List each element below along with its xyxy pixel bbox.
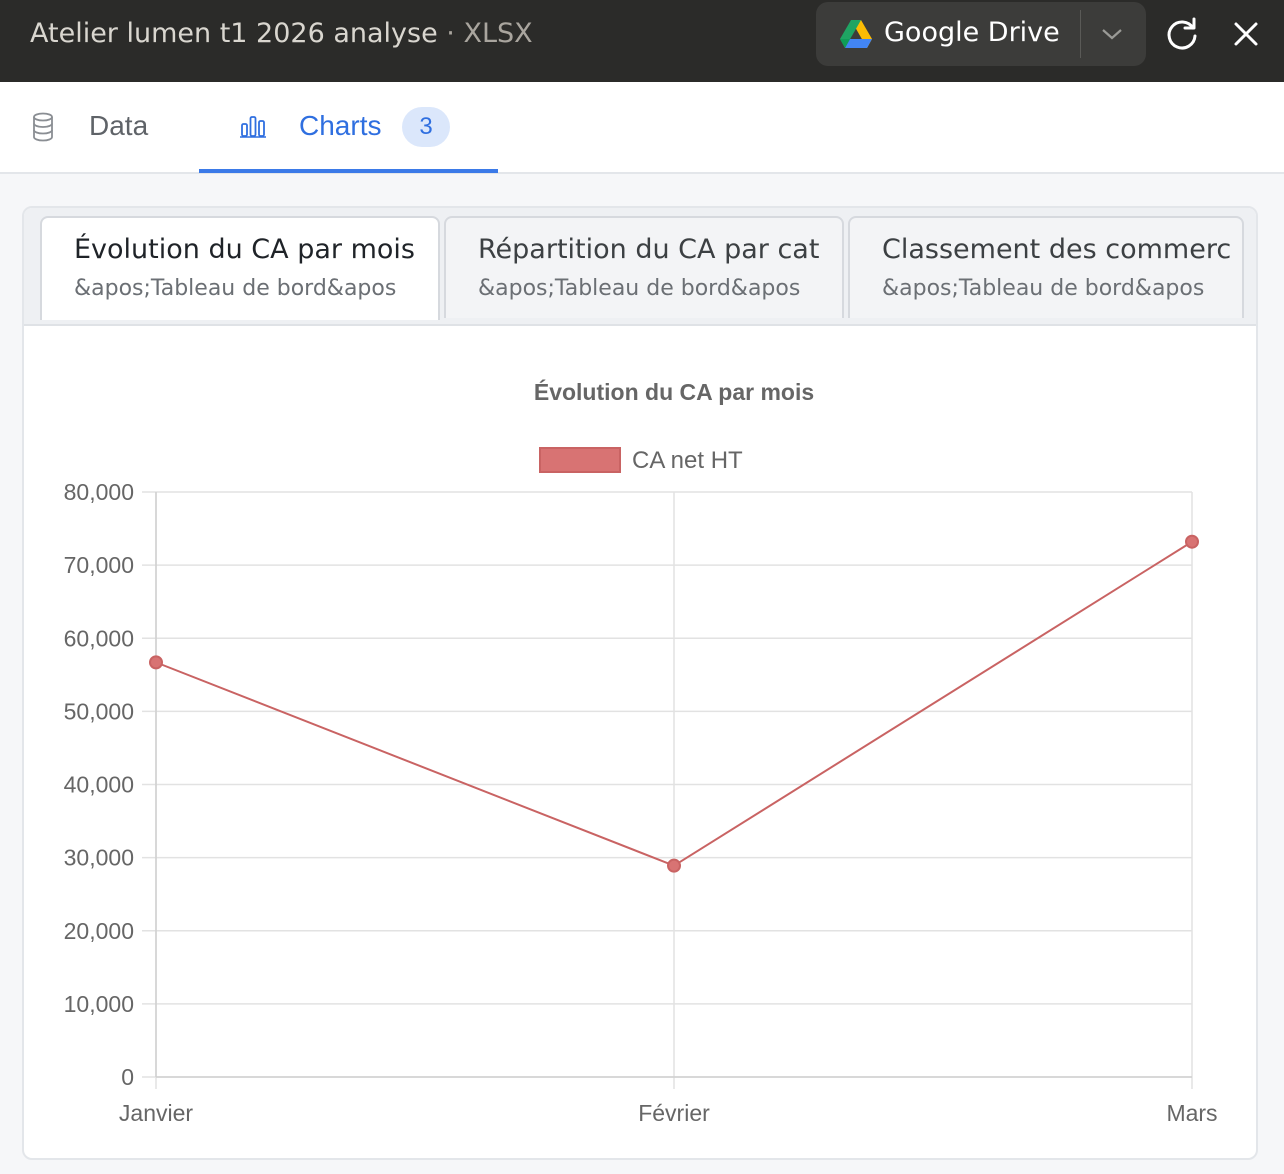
refresh-icon[interactable] (1162, 14, 1202, 54)
google-drive-label: Google Drive (884, 17, 1060, 48)
y-tick-label: 30,000 (64, 845, 134, 871)
data-point (667, 858, 681, 873)
y-tick-label: 70,000 (64, 552, 134, 578)
x-tick-label: Janvier (119, 1100, 193, 1126)
chart-tab-2[interactable]: Répartition du CA par cat &apos;Tableau … (444, 216, 844, 318)
chart-tab-subtitle: &apos;Tableau de bord&apos (478, 276, 801, 301)
chart-tab-subtitle: &apos;Tableau de bord&apos (882, 276, 1205, 301)
chart-tab-3[interactable]: Classement des commerc &apos;Tableau de … (848, 216, 1244, 318)
legend-swatch (539, 447, 621, 473)
y-tick-label: 50,000 (64, 698, 134, 724)
file-extension: XLSX (463, 18, 533, 49)
chart-tabs: Évolution du CA par mois &apos;Tableau d… (24, 208, 1256, 326)
chart-tab-subtitle: &apos;Tableau de bord&apos (74, 276, 397, 301)
tab-charts[interactable]: Charts 3 (0, 82, 520, 174)
charts-count-badge: 3 (402, 107, 450, 147)
file-name: Atelier lumen t1 2026 analyse (30, 18, 438, 49)
y-tick-label: 0 (121, 1064, 134, 1090)
legend-label: CA net HT (632, 447, 743, 474)
file-separator: · (437, 18, 464, 49)
tab-charts-label: Charts (299, 110, 382, 141)
data-point (1185, 534, 1199, 549)
chart-tab-title: Classement des commerc (882, 234, 1232, 265)
y-tick-label: 80,000 (64, 479, 134, 505)
chart-title: Évolution du CA par mois (534, 378, 814, 405)
chart-tab-title: Répartition du CA par cat (478, 234, 820, 265)
title-bar: Atelier lumen t1 2026 analyse · XLSX Goo… (0, 0, 1284, 82)
chart-tab-1[interactable]: Évolution du CA par mois &apos;Tableau d… (40, 216, 440, 320)
google-drive-icon (840, 20, 872, 48)
y-tick-label: 40,000 (64, 772, 134, 798)
file-title: Atelier lumen t1 2026 analyse · XLSX (30, 18, 533, 49)
chart-tab-title: Évolution du CA par mois (74, 234, 415, 265)
active-tab-indicator (199, 169, 498, 173)
chevron-down-icon[interactable] (1100, 24, 1124, 44)
chart-card: Évolution du CA par mois &apos;Tableau d… (22, 206, 1258, 1160)
x-tick-label: Mars (1166, 1100, 1217, 1126)
y-tick-label: 10,000 (64, 991, 134, 1017)
close-icon[interactable] (1228, 16, 1264, 52)
y-tick-label: 20,000 (64, 918, 134, 944)
data-point (149, 655, 163, 670)
chart-area: Évolution du CA par mois CA net HT 0 10,000… (24, 328, 1256, 1158)
y-tick-label: 60,000 (64, 625, 134, 651)
view-tabs: Data Charts 3 (0, 82, 1284, 174)
google-drive-button[interactable]: Google Drive (816, 2, 1146, 66)
x-tick-label: Février (638, 1100, 710, 1126)
line-chart: Évolution du CA par mois CA net HT 0 10,000… (64, 378, 1218, 1126)
bar-chart-icon (240, 116, 266, 138)
divider (1080, 10, 1081, 58)
